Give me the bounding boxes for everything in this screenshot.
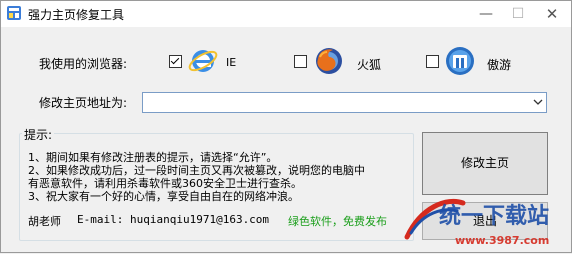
ie-icon [188,50,218,72]
watermark-domain: www.3987.com [455,234,549,247]
tip-line-1: 1、期间如果有修改注册表的提示，请选择“允许”。 [28,151,278,164]
maxthon-checkbox[interactable] [426,55,439,68]
watermark-brand: 统一下载站 [439,203,549,229]
browser-label: 我使用的浏览器: [39,57,128,71]
main-window: 强力主页修复工具 — ☐ ✕ 我使用的浏览器: IE 火狐 傲游 修改主页地址为… [0,0,572,253]
chevron-down-icon[interactable] [532,95,544,109]
author-name: 胡老师 [28,215,61,228]
homepage-combobox[interactable] [142,92,547,113]
firefox-label: 火狐 [357,58,382,72]
tip-line-3: 有恶意软件，请利用杀毒软件或360安全卫士进行查杀。 [28,177,302,190]
minimize-button[interactable]: — [469,1,503,27]
app-icon [7,6,21,20]
author-email: E-mail: huqianqiu1971@163.com [77,213,270,226]
slogan-text: 绿色软件，免费发布 [288,215,387,228]
tip-line-2: 2、如果修改成功后，过一段时间主页又再次被篡改，说明您的电脑中 [28,164,365,177]
homepage-label: 修改主页地址为: [39,96,128,110]
maximize-button[interactable]: ☐ [501,1,535,27]
close-button[interactable]: ✕ [535,1,569,27]
maxthon-icon [446,47,474,75]
modify-homepage-button[interactable]: 修改主页 [422,132,548,195]
ie-label: IE [226,56,237,69]
tip-line-4: 3、祝大家有一个好的心情，享受自由自在的网络冲浪。 [28,190,299,203]
firefox-checkbox[interactable] [294,55,307,68]
window-title: 强力主页修复工具 [28,8,125,22]
maxthon-label: 傲游 [487,58,512,72]
tips-title: 提示: [22,126,55,143]
watermark-logo: 统一下载站 www.3987.com [404,198,549,247]
title-bar: 强力主页修复工具 — ☐ ✕ [1,1,571,27]
ie-checkbox[interactable] [169,55,182,68]
firefox-icon [316,48,342,74]
